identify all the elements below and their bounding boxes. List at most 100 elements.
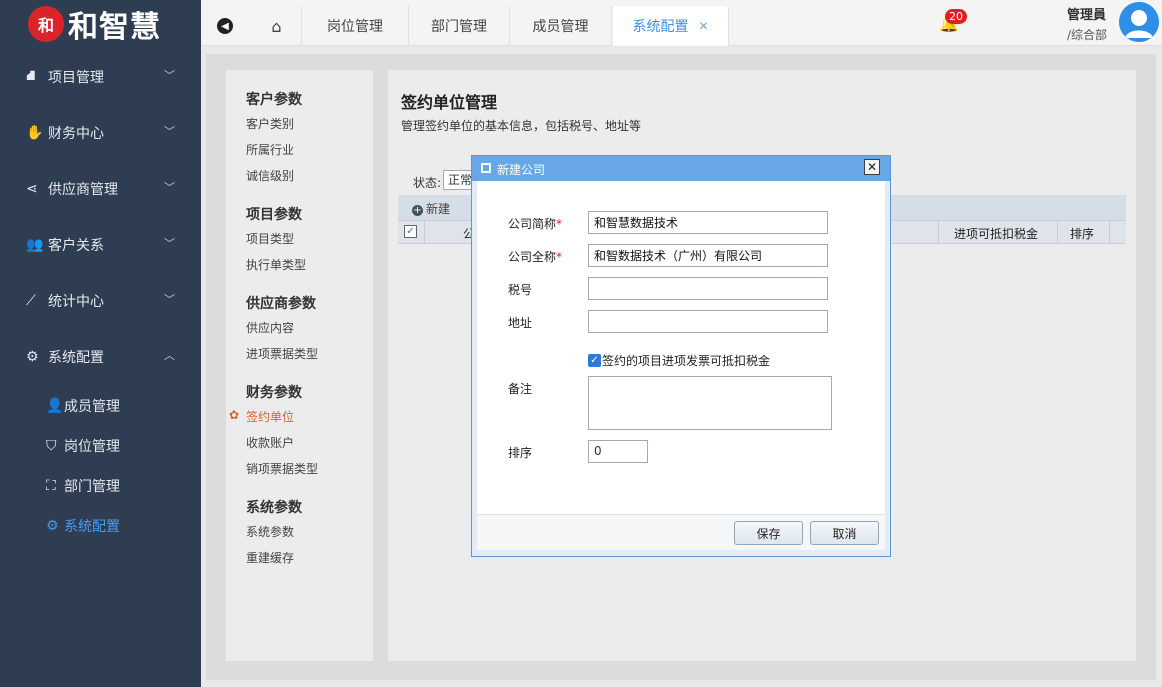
org-chart-icon: ⛶ [46,478,56,494]
sidebar-subitem-label: 岗位管理 [64,439,120,455]
users-icon: 👥 [26,237,44,253]
new-button[interactable]: + 新建 [412,200,450,217]
link-customer-category[interactable]: 客户类别 [246,115,294,132]
sidebar-subitem-departments[interactable]: ⛶ 部门管理 [0,468,201,504]
address-input[interactable] [588,310,828,333]
sidebar-subitem-label: 部门管理 [64,479,120,495]
link-input-invoice-type[interactable]: 进项票据类型 [246,345,318,362]
link-rebuild-cache[interactable]: 重建缓存 [246,549,294,566]
column-divider [1057,221,1058,243]
remark-textarea[interactable] [588,376,832,430]
page-title: 签约单位管理 [401,93,498,112]
sidebar-item-label: 项目管理 [48,70,104,86]
group-title-supplier: 供应商参数 [246,296,316,312]
sidebar-subitem-label: 系统配置 [64,519,120,535]
back-icon[interactable]: ◀ [217,18,233,34]
column-divider [1109,221,1110,243]
close-icon[interactable]: ✕ [864,159,880,175]
status-filter-label: 状态: [413,176,442,190]
link-project-type[interactable]: 项目类型 [246,230,294,247]
home-icon: ⌂ [271,16,282,36]
sidebar-item-label: 供应商管理 [48,182,118,198]
link-supply-content[interactable]: 供应内容 [246,319,294,336]
order-input[interactable]: 0 [588,440,648,463]
app-logo[interactable]: 和 和智慧 [28,4,161,45]
avatar-user-icon [1119,2,1159,42]
notification-badge: 20 [945,9,967,24]
window-icon [481,163,491,173]
link-label: 签约单位 [246,410,295,424]
full-name-label-text: 公司全称 [508,250,557,264]
share-nodes-icon: ⋖ [26,181,38,197]
link-execution-type[interactable]: 执行单类型 [246,256,306,273]
sidebar-item-label: 系统配置 [48,350,104,366]
full-name-input[interactable] [588,244,828,267]
sidebar-item-label: 客户关系 [48,238,104,254]
sidebar-item-customer[interactable]: 👥 客户关系 ﹀ [0,223,201,267]
chevron-up-icon: ︿ [164,349,175,362]
deductible-checkbox[interactable]: ✓ [588,354,601,367]
short-name-label-text: 公司简称 [508,217,557,231]
address-label: 地址 [508,316,533,330]
link-receiving-account[interactable]: 收款账户 [246,434,294,451]
line-chart-icon: ⟋ [26,293,36,309]
sidebar-item-finance[interactable]: ✋ 财务中心 ﹀ [0,111,201,155]
close-icon[interactable]: ✕ [698,19,708,33]
order-label: 排序 [508,446,533,460]
column-divider [938,221,939,243]
finance-hand-icon: ✋ [26,125,44,141]
logo-text: 和智慧 [68,10,161,45]
cancel-button[interactable]: 取消 [810,521,879,545]
column-header-order[interactable]: 排序 [1070,225,1094,242]
column-header-deductible[interactable]: 进项可抵扣税金 [954,225,1038,242]
dialog-footer: 保存 取消 [477,514,885,550]
group-title-customer: 客户参数 [246,92,302,108]
tab-members[interactable]: 成员管理 [510,6,612,46]
link-contract-unit[interactable]: ✿ 签约单位 [229,408,295,425]
tab-posts[interactable]: 岗位管理 [302,6,409,46]
sidebar-subitem-members[interactable]: 👤 成员管理 [0,388,201,424]
project-tree-icon: ⛘ [26,68,36,84]
sidebar-item-label: 统计中心 [48,294,104,310]
group-title-finance: 财务参数 [246,385,302,401]
short-name-input[interactable] [588,211,828,234]
sidebar-item-project[interactable]: ⛘ 项目管理 ﹀ [0,55,201,99]
chevron-down-icon: ﹀ [164,181,175,194]
sidebar-item-supplier[interactable]: ⋖ 供应商管理 ﹀ [0,167,201,211]
chevron-down-icon: ﹀ [164,293,175,306]
link-industry[interactable]: 所属行业 [246,141,294,158]
sidebar-item-label: 财务中心 [48,126,104,142]
sidebar-subitem-posts[interactable]: ⛉ 岗位管理 [0,428,201,464]
tab-departments[interactable]: 部门管理 [409,6,510,46]
full-name-label: 公司全称* [508,250,563,264]
tab-home[interactable]: ⌂ [252,6,302,46]
sidebar-item-system-config[interactable]: ⚙ 系统配置 ︿ [0,335,201,379]
dialog-title: 新建公司 [497,163,546,177]
chevron-down-icon: ﹀ [164,237,175,250]
user-name[interactable]: 管理員 [1067,4,1106,23]
short-name-label: 公司简称* [508,217,563,231]
config-category-panel: 客户参数 客户类别 所属行业 诚信级别 项目参数 项目类型 执行单类型 供应商参… [226,70,373,661]
gear-icon: ✿ [229,408,240,422]
deductible-checkbox-row[interactable]: ✓ 签约的项目进项发票可抵扣税金 [588,352,770,369]
select-all-checkbox[interactable]: ✓ [404,225,417,238]
sidebar-item-statistics[interactable]: ⟋ 统计中心 ﹀ [0,279,201,323]
link-system-params[interactable]: 系统参数 [246,523,294,540]
user-icon: 👤 [46,398,64,414]
tab-label: 系统配置 [632,19,689,35]
dialog-header[interactable]: 新建公司 ✕ [472,156,890,181]
chevron-down-icon: ﹀ [164,125,175,138]
top-bar: ◀ ⌂ 岗位管理 部门管理 成员管理 系统配置 ✕ 🔔 20 管理員 /综合部 [201,0,1162,46]
group-title-project: 项目参数 [246,207,302,223]
gears-icon: ⚙ [26,349,39,365]
deductible-checkbox-label: 签约的项目进项发票可抵扣税金 [602,354,771,368]
link-output-invoice-type[interactable]: 销项票据类型 [246,460,318,477]
tab-system-config[interactable]: 系统配置 ✕ [613,6,729,46]
avatar[interactable] [1119,2,1159,42]
link-credit-level[interactable]: 诚信级别 [246,167,294,184]
save-button[interactable]: 保存 [734,521,803,545]
user-department: /综合部 [1067,28,1108,42]
page-description: 管理签约单位的基本信息，包括税号、地址等 [401,119,642,133]
tax-number-input[interactable] [588,277,828,300]
sidebar-subitem-system-config[interactable]: ⚙ 系统配置 [0,508,201,544]
